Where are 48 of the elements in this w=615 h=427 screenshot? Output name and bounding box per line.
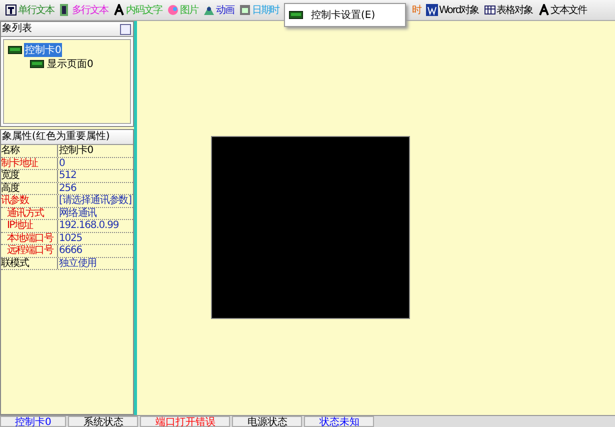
text-icon — [5, 4, 17, 16]
letter-icon — [538, 4, 550, 16]
palette-icon — [167, 4, 179, 16]
property-name: 联模式 — [1, 258, 58, 269]
status-text: 系统状态 — [68, 416, 138, 427]
property-name: IP地址 — [1, 220, 58, 232]
property-name: 宽度 — [1, 170, 58, 182]
panel-title: 象属性(红色为重要属性) — [2, 130, 110, 144]
property-value[interactable]: 0 — [58, 158, 65, 169]
toolbar-button[interactable]: 动画 — [202, 1, 235, 19]
status-text: 控制卡0 — [0, 416, 66, 427]
circuit-board-icon — [8, 46, 22, 54]
status-text: 状态未知 — [304, 416, 374, 427]
toolbar-button[interactable]: 表格对象 — [482, 1, 534, 19]
property-name: 高度 — [1, 182, 58, 194]
property-value[interactable]: 控制卡0 — [58, 145, 93, 156]
circuit-board-icon — [30, 60, 44, 68]
property-value[interactable]: 独立使用 — [58, 258, 97, 269]
toolbar-button[interactable]: 单行文本 — [4, 1, 55, 19]
property-value[interactable]: 512 — [58, 170, 76, 182]
table-icon — [484, 4, 496, 16]
circuit-board-icon — [289, 11, 303, 19]
property-name: 名称 — [1, 145, 58, 156]
status-text: 电源状态 — [232, 416, 302, 427]
property-value[interactable]: 1025 — [58, 232, 82, 244]
property-value[interactable]: [请选择通讯参数] — [58, 195, 132, 206]
panel-title: 象列表 — [2, 22, 32, 36]
toolbar-button[interactable]: 文本文件 — [536, 1, 588, 19]
menu-item[interactable]: 控制卡设置(E) — [285, 7, 405, 23]
word-icon — [426, 4, 438, 16]
tree-item[interactable]: 显示页面0 — [46, 57, 94, 71]
property-value[interactable]: 256 — [58, 182, 76, 194]
document-icon — [59, 4, 71, 16]
property-name: 讯参数 — [1, 195, 58, 206]
toolbar-button[interactable]: Word对象 — [425, 1, 480, 19]
animation-icon — [203, 4, 215, 16]
property-name: 远程端口号 — [1, 245, 58, 256]
property-name: 本地端口号 — [1, 232, 58, 244]
tree-item[interactable]: 控制卡0 — [24, 43, 62, 57]
collapse-button[interactable] — [120, 24, 131, 34]
property-value[interactable]: 网络通讯 — [58, 208, 97, 219]
calendar-icon — [239, 4, 251, 16]
property-value[interactable]: 6666 — [58, 245, 82, 256]
status-text: 端口打开错误 — [140, 416, 230, 427]
property-name: 通讯方式 — [1, 208, 58, 219]
property-name: 制卡地址 — [1, 158, 58, 169]
letter-icon — [113, 4, 125, 16]
property-value[interactable]: 192.168.0.99 — [58, 220, 119, 232]
